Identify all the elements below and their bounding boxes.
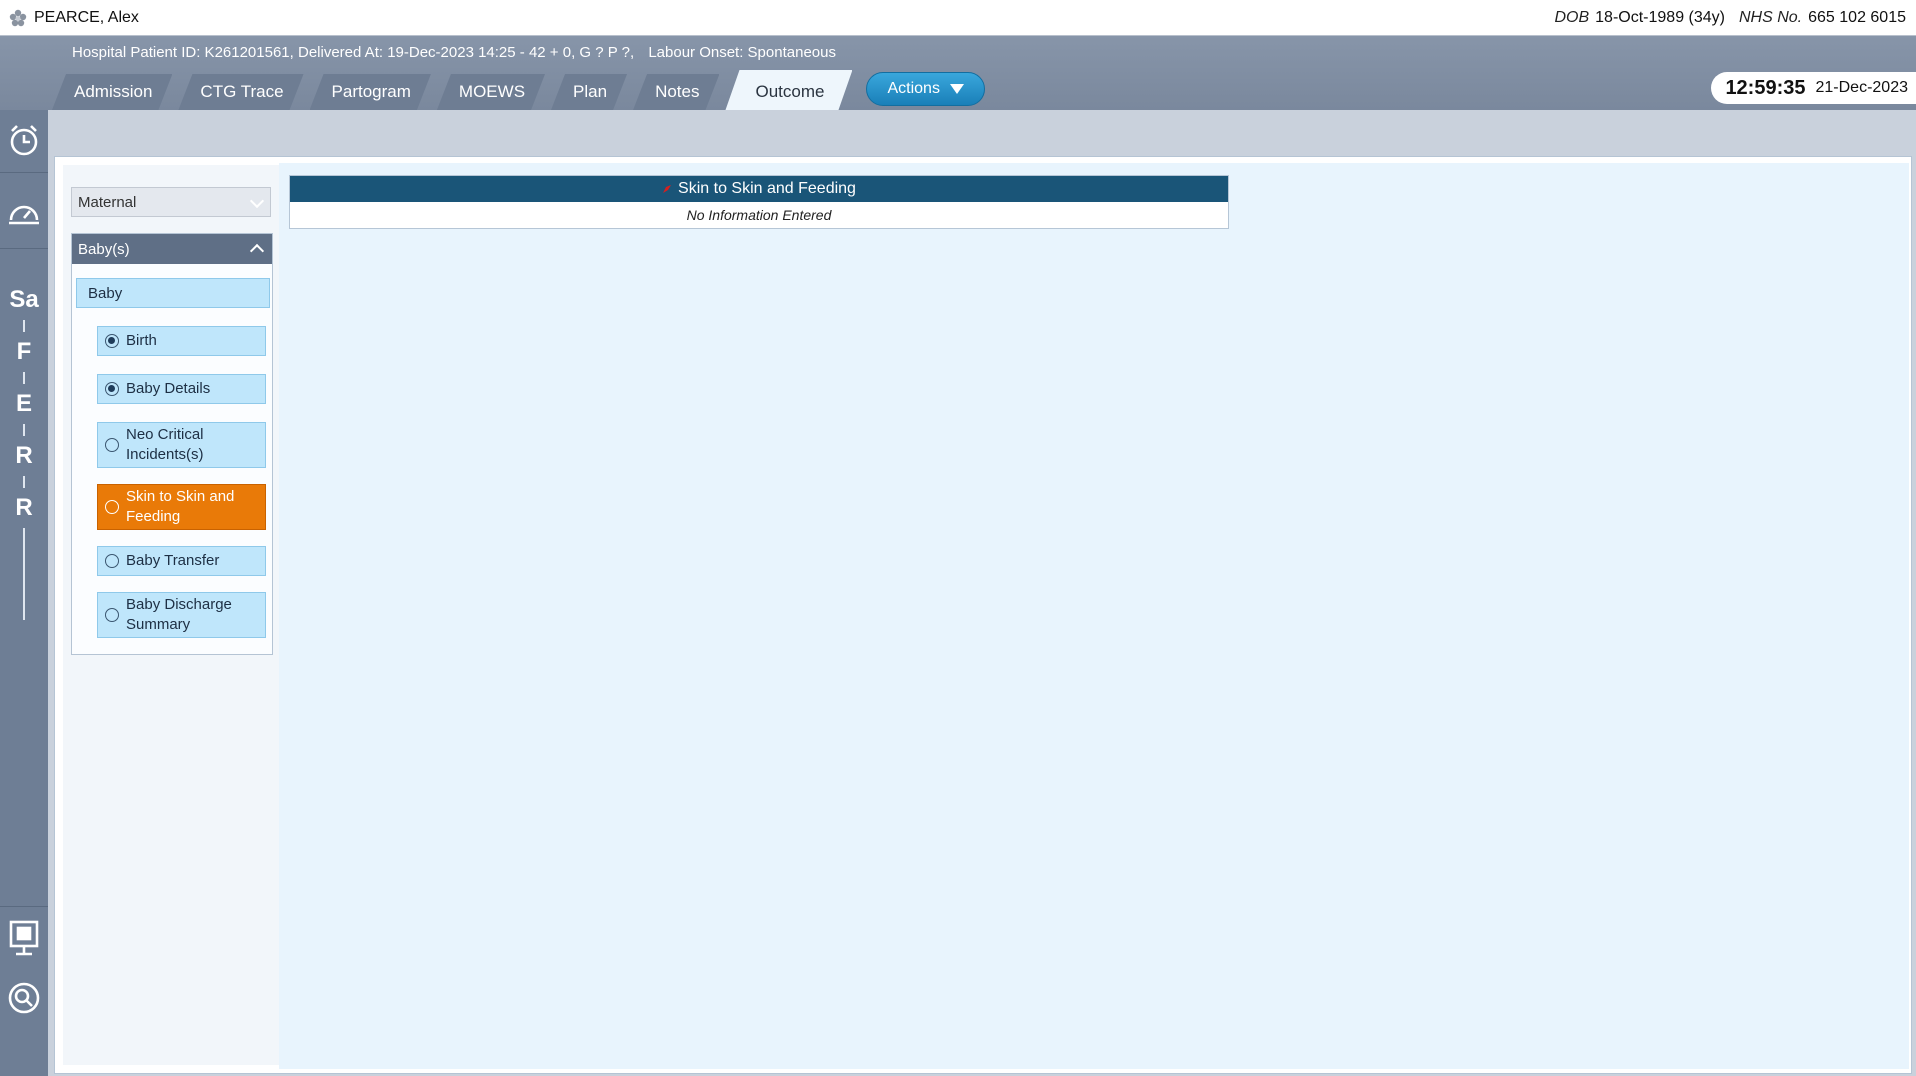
header-band: Hospital Patient ID: K261201561, Deliver… bbox=[0, 36, 1916, 110]
outcome-navigator: Maternal Baby(s) Baby Birth Baby Details… bbox=[63, 165, 287, 1065]
clock-time: 12:59:35 bbox=[1725, 76, 1806, 99]
tab-notes[interactable]: Notes bbox=[633, 74, 719, 110]
tab-moews[interactable]: MOEWS bbox=[437, 74, 545, 110]
rail-letter-r-1: R bbox=[15, 442, 33, 469]
actions-button[interactable]: Actions bbox=[866, 72, 985, 106]
nav-item-baby-transfer[interactable]: Baby Transfer bbox=[97, 546, 266, 576]
rail-letter-f: F bbox=[16, 338, 32, 365]
nav-item-label: Skin to Skin and Feeding bbox=[126, 488, 235, 525]
section-header[interactable]: Skin to Skin and Feeding bbox=[290, 176, 1228, 202]
nav-item-label: Birth bbox=[126, 332, 157, 349]
baby-label: Baby bbox=[88, 284, 123, 302]
babies-group: Baby(s) Baby Birth Baby Details Neo Crit… bbox=[71, 233, 273, 655]
alarm-clock-icon[interactable] bbox=[4, 120, 44, 160]
nav-item-skin-to-skin[interactable]: Skin to Skin and Feeding bbox=[97, 484, 266, 530]
flower-logo-icon bbox=[9, 9, 27, 26]
nhs-number: 665 102 6015 bbox=[1808, 9, 1906, 26]
dob-value: 18-Oct-1989 (34y) bbox=[1595, 9, 1725, 26]
rail-letter-e: E bbox=[15, 390, 32, 417]
rail-letter-r-2: R bbox=[15, 494, 33, 521]
nav-item-label: Neo Critical Incidents(s) bbox=[126, 426, 204, 463]
radio-selected-icon bbox=[105, 334, 119, 348]
r-rail-button-2[interactable]: R bbox=[4, 488, 44, 528]
nav-item-label: Baby Details bbox=[126, 380, 211, 397]
actions-label: Actions bbox=[887, 80, 940, 97]
sa-rail-button[interactable]: Sa bbox=[4, 280, 44, 320]
babies-label: Baby(s) bbox=[78, 240, 130, 258]
nav-item-neo-critical-incidents[interactable]: Neo Critical Incidents(s) bbox=[97, 422, 266, 468]
r-rail-button-1[interactable]: R bbox=[4, 436, 44, 476]
presentation-board-icon[interactable] bbox=[4, 918, 44, 958]
clock: 12:59:35 21-Dec-2023 bbox=[1711, 72, 1916, 104]
rail-letter-sa: Sa bbox=[9, 286, 39, 313]
tab-ctg-trace[interactable]: CTG Trace bbox=[178, 74, 303, 110]
tab-outcome[interactable]: Outcome bbox=[725, 70, 852, 110]
chevron-down-icon bbox=[249, 193, 265, 209]
radio-empty-icon bbox=[105, 608, 119, 622]
e-rail-button[interactable]: E bbox=[4, 384, 44, 424]
hospital-id-text: Hospital Patient ID: K261201561, Deliver… bbox=[72, 44, 635, 61]
left-rail: Sa F E R R bbox=[0, 110, 48, 1076]
tab-partogram[interactable]: Partogram bbox=[310, 74, 431, 110]
f-rail-button[interactable]: F bbox=[4, 332, 44, 372]
delivery-info: Hospital Patient ID: K261201561, Deliver… bbox=[72, 44, 846, 61]
labour-onset-text: Labour Onset: Spontaneous bbox=[648, 44, 836, 61]
content-area: Skin to Skin and Feeding No Information … bbox=[279, 163, 1909, 1069]
nhs-label: NHS No. bbox=[1739, 9, 1803, 26]
radio-empty-icon bbox=[105, 554, 119, 568]
no-information-text: No Information Entered bbox=[686, 207, 832, 223]
dropdown-arrow-icon bbox=[949, 84, 964, 94]
section-title: Skin to Skin and Feeding bbox=[678, 180, 856, 197]
nav-item-label: Baby Transfer bbox=[126, 552, 220, 569]
toolbar-strip bbox=[48, 110, 1916, 154]
radio-selected-icon bbox=[105, 382, 119, 396]
nav-item-baby-discharge-summary[interactable]: Baby Discharge Summary bbox=[97, 592, 266, 638]
patient-identifiers: DOB 18-Oct-1989 (34y) NHS No. 665 102 60… bbox=[1554, 0, 1906, 36]
nav-item-baby-details[interactable]: Baby Details bbox=[97, 374, 266, 404]
tab-plan[interactable]: Plan bbox=[551, 74, 627, 110]
maternal-label: Maternal bbox=[78, 193, 137, 211]
chevron-up-icon bbox=[249, 243, 265, 259]
patient-name: PEARCE, Alex bbox=[34, 8, 139, 26]
main-panel: Maternal Baby(s) Baby Birth Baby Details… bbox=[54, 156, 1912, 1074]
timer-dial-icon[interactable] bbox=[4, 194, 44, 234]
skin-to-skin-section: Skin to Skin and Feeding No Information … bbox=[289, 175, 1229, 229]
radio-empty-icon bbox=[105, 500, 119, 514]
babies-header[interactable]: Baby(s) bbox=[72, 234, 272, 264]
tab-bar: Admission CTG Trace Partogram MOEWS Plan… bbox=[52, 70, 985, 110]
red-flag-icon bbox=[663, 185, 672, 193]
search-icon[interactable] bbox=[4, 978, 44, 1018]
nav-item-birth[interactable]: Birth bbox=[97, 326, 266, 356]
patient-banner: PEARCE, Alex DOB 18-Oct-1989 (34y) NHS N… bbox=[0, 0, 1916, 36]
clock-date: 21-Dec-2023 bbox=[1815, 79, 1909, 96]
radio-empty-icon bbox=[105, 438, 119, 452]
dob-label: DOB bbox=[1554, 9, 1590, 26]
baby-item[interactable]: Baby bbox=[76, 278, 270, 308]
maternal-dropdown[interactable]: Maternal bbox=[71, 187, 271, 217]
nav-item-label: Baby Discharge Summary bbox=[126, 596, 232, 633]
tab-admission[interactable]: Admission bbox=[52, 74, 172, 110]
